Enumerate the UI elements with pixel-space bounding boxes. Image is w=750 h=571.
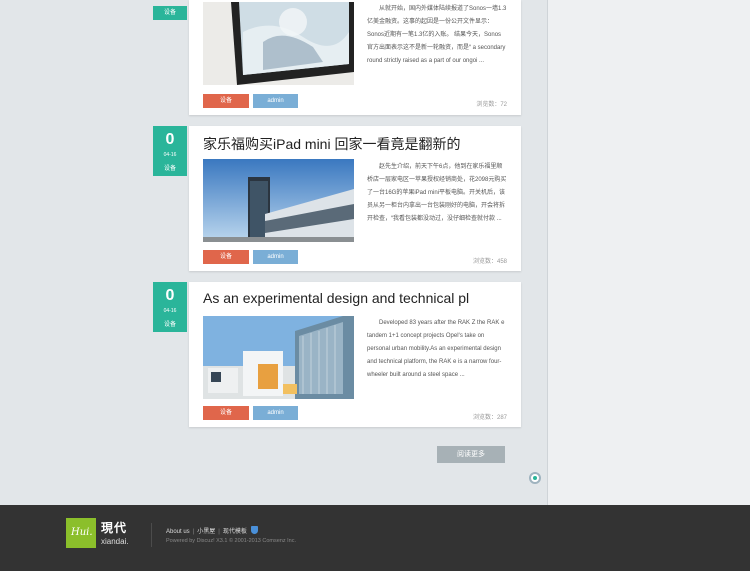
author-button[interactable]: admin bbox=[253, 94, 298, 108]
post-date-box: 0 04-16 bbox=[153, 126, 187, 163]
category-button[interactable]: 设备 bbox=[203, 94, 249, 108]
site-logo[interactable]: Hui. bbox=[66, 518, 96, 548]
post-date-box: 0 04-16 bbox=[153, 282, 187, 319]
logo-chinese-name: 現代 bbox=[101, 521, 128, 535]
post-thumbnail-architecture[interactable] bbox=[203, 316, 354, 399]
timeline-dot-icon bbox=[529, 472, 541, 484]
right-sidebar-panel bbox=[547, 0, 750, 505]
footer-link-template[interactable]: 现代模板 bbox=[223, 529, 247, 535]
view-count: 浏览数：72 bbox=[476, 102, 507, 108]
footer-link-about[interactable]: About us bbox=[166, 529, 190, 535]
footer-link-blackroom[interactable]: 小黑屋 bbox=[197, 529, 215, 535]
post-card: 从就开始，国内外媒体陆续报道了Sonos一墙1.3亿美金融资。这事的起因是一份公… bbox=[189, 0, 521, 115]
date-number: 0 bbox=[165, 131, 175, 148]
footer-links: About us | 小黑屋 | 现代模板 bbox=[166, 526, 258, 535]
post-title[interactable]: As an experimental design and technical … bbox=[203, 290, 469, 306]
date-number: 0 bbox=[165, 287, 175, 304]
post-category-tag[interactable]: 设备 bbox=[153, 318, 187, 332]
category-button[interactable]: 设备 bbox=[203, 250, 249, 264]
post-category-tag[interactable]: 设备 bbox=[153, 162, 187, 176]
post-thumbnail-building[interactable] bbox=[203, 159, 354, 242]
view-count: 浏览数：287 bbox=[472, 415, 507, 421]
author-button[interactable]: admin bbox=[253, 406, 298, 420]
author-button[interactable]: admin bbox=[253, 250, 298, 264]
shield-icon[interactable] bbox=[250, 526, 258, 534]
logo-english-name: xiandai. bbox=[101, 537, 129, 546]
post-card: 家乐福购买iPad mini 回家一看竟是翻新的 赵先生介绍，前天下午6点，他到… bbox=[189, 126, 521, 271]
view-count: 浏览数：458 bbox=[472, 259, 507, 265]
load-more-button[interactable]: 阅读更多 bbox=[437, 446, 505, 463]
post-category-tag[interactable]: 设备 bbox=[153, 6, 187, 20]
logo-text: Hui. bbox=[71, 527, 93, 538]
post-excerpt: Developed 83 years after the RAK Z the R… bbox=[367, 320, 505, 378]
powered-by-text: Powered by Discuz! X3.1 © 2001-2013 Coms… bbox=[166, 538, 297, 544]
footer-divider bbox=[151, 523, 152, 547]
post-card: As an experimental design and technical … bbox=[189, 282, 521, 427]
post-excerpt: 赵先生介绍，前天下午6点，他到在家乐福里顺桥店一层家电区一苹果授权经销商处，花2… bbox=[367, 164, 507, 222]
post-thumbnail-monitor[interactable] bbox=[203, 2, 354, 85]
post-title[interactable]: 家乐福购买iPad mini 回家一看竟是翻新的 bbox=[203, 134, 460, 154]
post-excerpt: 从就开始，国内外媒体陆续报道了Sonos一墙1.3亿美金融资。这事的起因是一份公… bbox=[367, 6, 507, 64]
category-button[interactable]: 设备 bbox=[203, 406, 249, 420]
